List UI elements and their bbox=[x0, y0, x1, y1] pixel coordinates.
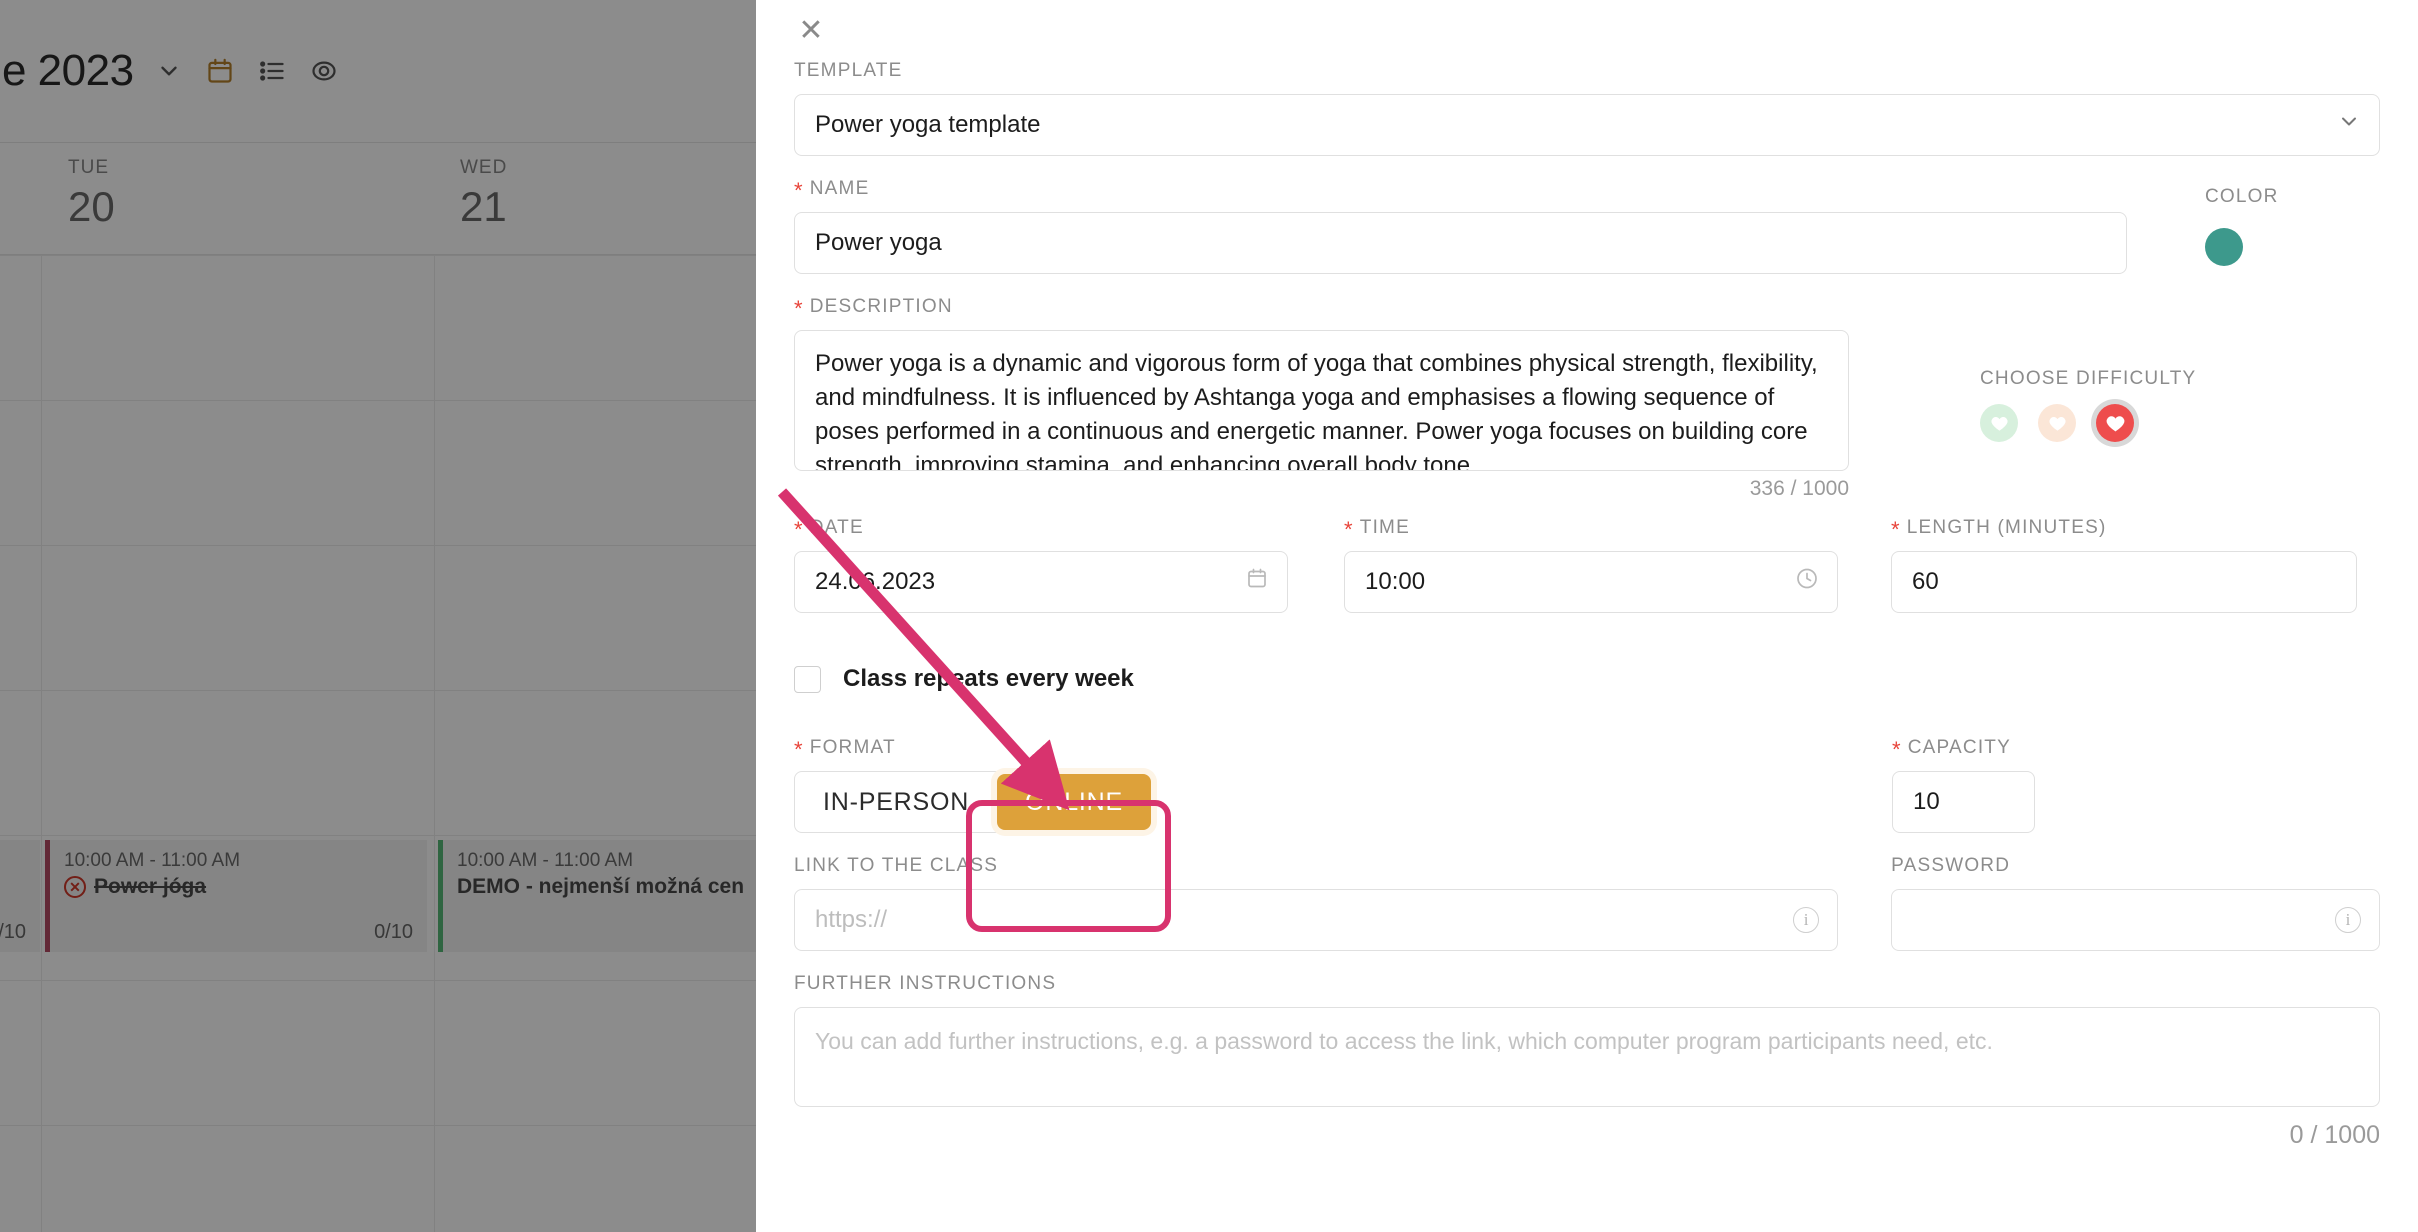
format-option-online[interactable]: ONLINE bbox=[997, 774, 1151, 830]
color-label: COLOR bbox=[2205, 186, 2279, 208]
format-option-in-person[interactable]: IN-PERSON bbox=[795, 772, 997, 832]
calendar-grid: ✕ nd /10 10:00 AM - 11:00 AM ✕ Power jóg… bbox=[0, 255, 756, 1232]
grid-line bbox=[0, 980, 756, 981]
repeat-weekly-row[interactable]: Class repeats every week bbox=[794, 665, 2380, 693]
description-counter: 336 / 1000 bbox=[1749, 477, 1849, 500]
event-capacity: /10 bbox=[0, 921, 26, 943]
info-icon[interactable]: i bbox=[1793, 907, 1820, 933]
format-label: * FORMAT bbox=[794, 737, 896, 762]
difficulty-label-text: CHOOSE DIFFICULTY bbox=[1980, 368, 2197, 389]
time-label: * TIME bbox=[1344, 517, 1410, 542]
info-icon[interactable]: i bbox=[2335, 907, 2361, 933]
close-icon[interactable]: ✕ bbox=[794, 14, 828, 48]
color-swatch[interactable] bbox=[2205, 228, 2243, 266]
list-view-icon[interactable] bbox=[258, 57, 286, 85]
description-label-text: DESCRIPTION bbox=[809, 296, 953, 317]
day-number: 20 bbox=[68, 183, 115, 230]
event-title: DEMO - nejmenší možná cen bbox=[457, 875, 745, 898]
length-label-text: LENGTH (MINUTES) bbox=[1906, 517, 2107, 538]
link-placeholder: https:// bbox=[815, 906, 888, 933]
grid-line bbox=[0, 1125, 756, 1126]
event-capacity: 0/10 bbox=[374, 921, 413, 943]
time-value: 10:00 bbox=[1365, 568, 1426, 595]
instructions-label-text: FURTHER INSTRUCTIONS bbox=[794, 973, 1057, 994]
instructions-label: FURTHER INSTRUCTIONS bbox=[794, 973, 2380, 995]
template-value: Power yoga template bbox=[815, 111, 1041, 138]
template-select[interactable]: Power yoga template bbox=[794, 94, 2380, 156]
calendar-day-header: TUE 20 WED 21 bbox=[0, 142, 756, 255]
name-label-text: NAME bbox=[809, 178, 870, 199]
template-label-text: TEMPLATE bbox=[794, 60, 903, 81]
grid-line bbox=[0, 835, 756, 836]
day-column-tue: TUE 20 bbox=[68, 157, 115, 231]
grid-line bbox=[0, 400, 756, 401]
event-time: 10:00 AM - 11:00 AM bbox=[457, 850, 634, 871]
event-time: 10:00 AM - 11:00 AM bbox=[64, 850, 241, 871]
password-label-text: PASSWORD bbox=[1891, 855, 2011, 876]
clock-icon[interactable] bbox=[1795, 567, 1819, 598]
date-label: * DATE bbox=[794, 517, 864, 542]
color-label-text: COLOR bbox=[2205, 186, 2279, 207]
calendar-event[interactable]: ✕ nd /10 bbox=[0, 840, 40, 952]
grid-line bbox=[434, 255, 435, 1232]
password-input[interactable]: i bbox=[1891, 889, 2380, 951]
length-input[interactable]: 60 bbox=[1891, 551, 2357, 613]
day-number: 21 bbox=[460, 183, 507, 230]
calendar-icon[interactable] bbox=[1245, 567, 1269, 598]
calendar-toolbar: ne 2023 bbox=[0, 0, 756, 142]
grid-line bbox=[0, 545, 756, 546]
length-label: * LENGTH (MINUTES) bbox=[1891, 517, 2107, 542]
name-input[interactable]: Power yoga bbox=[794, 212, 2127, 274]
template-label: TEMPLATE bbox=[794, 60, 2380, 82]
name-label: * NAME bbox=[794, 178, 870, 203]
eye-icon[interactable] bbox=[310, 57, 338, 85]
calendar-background: ne 2023 TUE bbox=[0, 0, 756, 1232]
day-column-wed: WED 21 bbox=[460, 157, 507, 231]
date-input[interactable]: 24.06.2023 bbox=[794, 551, 1288, 613]
repeat-weekly-checkbox[interactable] bbox=[794, 665, 821, 693]
calendar-event[interactable]: 10:00 AM - 11:00 AM ✕ Power jóga 0/10 bbox=[45, 840, 427, 952]
day-name: WED bbox=[460, 157, 508, 178]
calendar-icon[interactable] bbox=[206, 57, 234, 85]
capacity-input[interactable]: 10 bbox=[1892, 771, 2035, 833]
difficulty-hard-button[interactable] bbox=[2096, 404, 2134, 442]
difficulty-easy-button[interactable] bbox=[1980, 404, 2018, 442]
link-label-text: LINK TO THE CLASS bbox=[794, 855, 999, 876]
time-input[interactable]: 10:00 bbox=[1344, 551, 1838, 613]
date-label-text: DATE bbox=[809, 517, 864, 538]
grid-line bbox=[0, 690, 756, 691]
repeat-weekly-label: Class repeats every week bbox=[843, 665, 1134, 692]
link-input[interactable]: https:// i bbox=[794, 889, 1839, 951]
difficulty-medium-button[interactable] bbox=[2038, 404, 2076, 442]
time-label-text: TIME bbox=[1359, 517, 1410, 538]
name-value: Power yoga bbox=[815, 229, 942, 256]
description-value: Power yoga is a dynamic and vigorous for… bbox=[815, 350, 1818, 471]
capacity-label: * CAPACITY bbox=[1892, 737, 2011, 762]
class-edit-modal: ✕ TEMPLATE Power yoga template * NAME Po… bbox=[756, 0, 2418, 1232]
chevron-down-icon[interactable] bbox=[2337, 110, 2361, 141]
capacity-label-text: CAPACITY bbox=[1907, 737, 2011, 758]
chevron-down-icon[interactable] bbox=[156, 58, 182, 84]
event-title: Power jóga bbox=[94, 875, 207, 898]
format-label-text: FORMAT bbox=[809, 737, 896, 758]
calendar-event[interactable]: 10:00 AM - 11:00 AM DEMO - nejmenší možn… bbox=[438, 840, 756, 952]
description-textarea[interactable]: Power yoga is a dynamic and vigorous for… bbox=[794, 330, 1849, 471]
grid-line bbox=[0, 255, 756, 256]
cancelled-icon: ✕ bbox=[64, 876, 86, 898]
instructions-counter: 0 / 1000 bbox=[2289, 1121, 2380, 1149]
grid-line bbox=[41, 255, 42, 1232]
difficulty-options bbox=[1980, 404, 2196, 442]
link-label: LINK TO THE CLASS bbox=[794, 855, 1838, 877]
length-value: 60 bbox=[1912, 568, 1939, 595]
instructions-textarea[interactable]: You can add further instructions, e.g. a… bbox=[794, 1007, 2380, 1107]
difficulty-label: CHOOSE DIFFICULTY bbox=[1980, 368, 2196, 390]
date-value: 24.06.2023 bbox=[815, 568, 936, 595]
calendar-month-title: ne 2023 bbox=[0, 46, 134, 95]
capacity-value: 10 bbox=[1913, 788, 1940, 815]
day-name: TUE bbox=[68, 157, 109, 178]
password-label: PASSWORD bbox=[1891, 855, 2380, 877]
description-label: * DESCRIPTION bbox=[794, 296, 953, 321]
instructions-placeholder: You can add further instructions, e.g. a… bbox=[815, 1028, 1993, 1054]
format-toggle-group: IN-PERSON ONLINE bbox=[794, 771, 1152, 833]
